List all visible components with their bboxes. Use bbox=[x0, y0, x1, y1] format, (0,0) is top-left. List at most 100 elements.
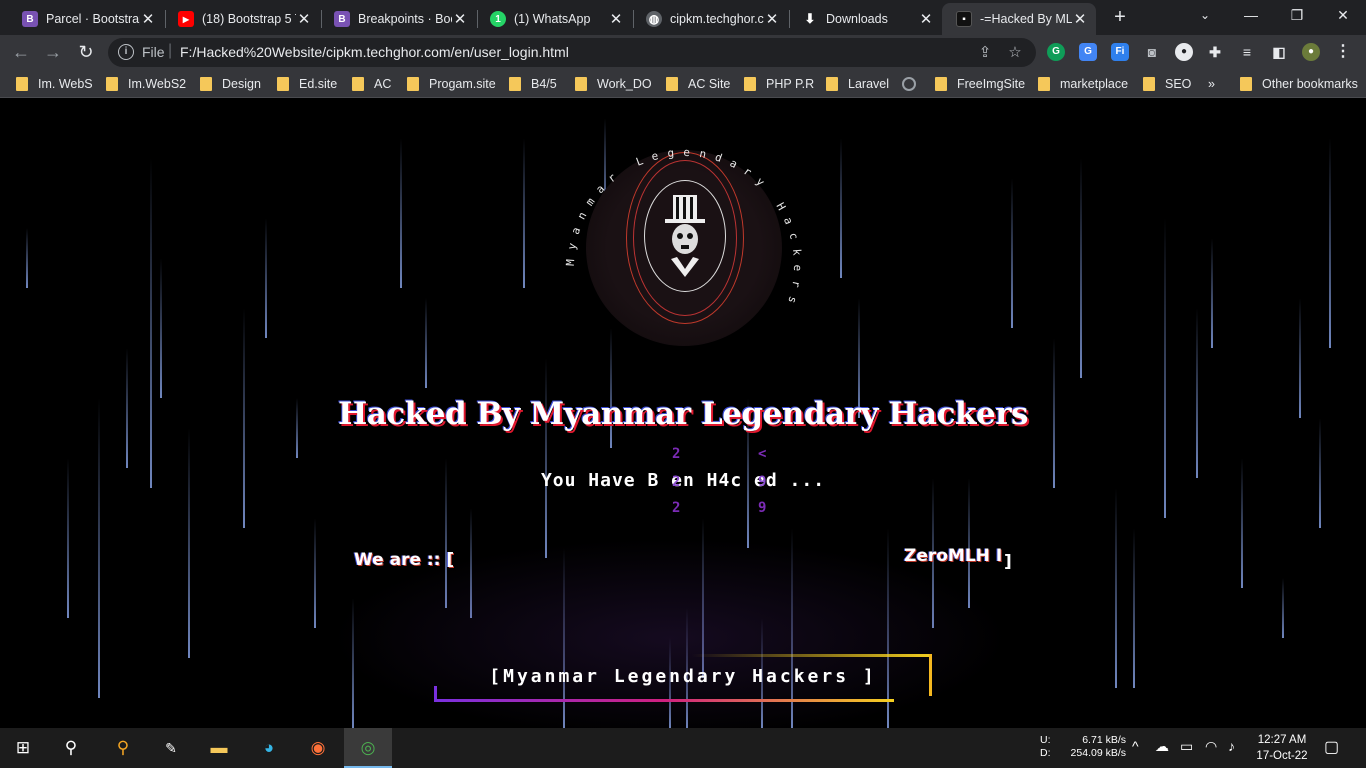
bookmark-folder[interactable]: AC Site bbox=[666, 75, 730, 93]
folder-icon bbox=[200, 77, 212, 91]
back-arrow-icon[interactable]: ← bbox=[8, 40, 34, 66]
bookmark-folder[interactable]: PHP P.R bbox=[744, 75, 814, 93]
fonts-extension-icon[interactable]: Fi bbox=[1111, 43, 1129, 61]
clock-time: 12:27 AM bbox=[1257, 734, 1307, 746]
tab-hacked-active[interactable]: ▪ -=Hacked By MLH ✕ bbox=[942, 3, 1096, 35]
close-icon[interactable]: ✕ bbox=[764, 10, 780, 28]
close-icon[interactable]: ✕ bbox=[140, 10, 156, 28]
tab-cipkm[interactable]: ◍ cipkm.techghor.c ✕ bbox=[632, 3, 788, 35]
tab-whatsapp[interactable]: 1 (1) WhatsApp ✕ bbox=[476, 3, 632, 35]
rain-streak bbox=[425, 298, 427, 388]
tab-label: Parcel · Bootstrap bbox=[46, 12, 140, 26]
windows-start-icon[interactable]: ⊞ bbox=[10, 736, 36, 760]
menu-dots-icon[interactable]: ⋮ bbox=[1334, 43, 1352, 61]
pen-icon[interactable]: ✎ bbox=[158, 736, 184, 760]
close-icon[interactable]: ✕ bbox=[296, 10, 312, 28]
bookmark-folder[interactable]: SEO bbox=[1143, 75, 1191, 93]
reading-list-icon[interactable]: ≡ bbox=[1238, 43, 1256, 61]
rain-streak bbox=[314, 518, 316, 628]
bookmark-folder[interactable]: Design bbox=[200, 75, 261, 93]
rain-streak bbox=[1011, 178, 1013, 328]
search-icon[interactable]: ⚲ bbox=[58, 736, 84, 760]
volume-icon[interactable]: ♪ bbox=[1228, 738, 1235, 754]
folder-icon bbox=[407, 77, 419, 91]
rain-streak bbox=[840, 138, 842, 278]
restore-button[interactable]: ❐ bbox=[1274, 0, 1320, 32]
forward-arrow-icon[interactable]: → bbox=[40, 40, 66, 66]
close-icon[interactable]: ✕ bbox=[608, 10, 624, 28]
bookmark-label: B4/5 bbox=[531, 77, 557, 91]
globe-icon bbox=[902, 77, 916, 91]
bookmark-folder[interactable]: Im. WebS bbox=[16, 75, 93, 93]
camera-extension-icon[interactable]: ◙ bbox=[1143, 43, 1161, 61]
close-window-button[interactable]: ✕ bbox=[1320, 0, 1366, 32]
glitch-char: < bbox=[758, 446, 767, 462]
edge-browser-icon[interactable]: ◕ bbox=[256, 736, 282, 760]
bookmark-folder[interactable]: Work_DO bbox=[575, 75, 652, 93]
bookmark-link[interactable] bbox=[902, 75, 926, 93]
glitch-char: 9 bbox=[758, 500, 767, 516]
bookmark-label: AC Site bbox=[688, 77, 731, 91]
chrome-icon[interactable]: ◎ bbox=[355, 736, 381, 760]
system-clock[interactable]: 12:27 AM 17-Oct-22 bbox=[1252, 732, 1312, 764]
url-scheme: File bbox=[142, 44, 165, 60]
puzzle-extensions-icon[interactable]: ✚ bbox=[1206, 43, 1224, 61]
bookmark-folder[interactable]: Laravel bbox=[826, 75, 889, 93]
close-icon[interactable]: ✕ bbox=[1072, 10, 1088, 28]
profile-avatar[interactable]: ● bbox=[1302, 43, 1320, 61]
translate-extension-icon[interactable]: G bbox=[1079, 43, 1097, 61]
tab-search-chevron-icon[interactable]: ⌄ bbox=[1182, 0, 1228, 32]
bookmarks-overflow-button[interactable]: » bbox=[1208, 75, 1215, 93]
share-icon[interactable]: ⇪ bbox=[976, 44, 994, 62]
folder-icon bbox=[935, 77, 947, 91]
tab-label: (18) Bootstrap 5 T bbox=[202, 12, 296, 26]
rain-streak bbox=[1282, 578, 1284, 638]
rain-streak bbox=[1115, 488, 1117, 688]
bookmark-folder[interactable]: AC bbox=[352, 75, 391, 93]
tab-youtube-bootstrap[interactable]: ▶ (18) Bootstrap 5 T ✕ bbox=[164, 3, 320, 35]
grammarly-extension-icon[interactable]: G bbox=[1047, 43, 1065, 61]
bookmark-folder[interactable]: B4/5 bbox=[509, 75, 557, 93]
folder-icon bbox=[744, 77, 756, 91]
bookmark-folder[interactable]: marketplace bbox=[1038, 75, 1128, 93]
search-app-icon[interactable]: ⚲ bbox=[110, 736, 136, 760]
address-bar[interactable]: i File | F:/Hacked%20Website/cipkm.techg… bbox=[108, 38, 1036, 67]
bookmark-star-icon[interactable]: ☆ bbox=[1006, 44, 1024, 62]
file-explorer-icon[interactable]: ▬ bbox=[206, 736, 232, 760]
bookmark-folder[interactable]: FreeImgSite bbox=[935, 75, 1025, 93]
bookmark-label: Work_DO bbox=[597, 77, 652, 91]
info-icon[interactable]: i bbox=[118, 44, 134, 60]
url-text[interactable]: F:/Hacked%20Website/cipkm.techghor.com/e… bbox=[180, 44, 569, 60]
tab-breakpoints[interactable]: B Breakpoints · Boo ✕ bbox=[320, 3, 476, 35]
tab-parcel-bootstrap[interactable]: B Parcel · Bootstrap ✕ bbox=[8, 3, 164, 35]
cloud-icon[interactable]: ☁ bbox=[1155, 738, 1169, 755]
bookmark-label: marketplace bbox=[1060, 77, 1129, 91]
minimize-button[interactable]: — bbox=[1228, 0, 1274, 32]
bookmark-folder[interactable]: Im.WebS2 bbox=[106, 75, 186, 93]
wifi-icon[interactable]: ◠ bbox=[1205, 738, 1217, 755]
tray-overflow-chevron-icon[interactable]: ^ bbox=[1132, 738, 1139, 754]
bookmark-folder[interactable]: Ed.site bbox=[277, 75, 337, 93]
team-banner: [Myanmar Legendary Hackers ] bbox=[434, 654, 932, 702]
reload-icon[interactable]: ↻ bbox=[73, 40, 99, 66]
side-panel-icon[interactable]: ◧ bbox=[1270, 43, 1288, 61]
bookmark-folder-other[interactable]: Other bookmarks bbox=[1240, 75, 1358, 93]
tab-downloads[interactable]: ⬇ Downloads ✕ bbox=[788, 3, 942, 35]
rain-streak bbox=[26, 228, 28, 288]
page-icon: ▪ bbox=[956, 11, 972, 27]
rain-streak bbox=[1133, 528, 1135, 688]
team-name: ZeroMLH I bbox=[904, 546, 1003, 566]
bookmark-folder[interactable]: Progam.site bbox=[407, 75, 496, 93]
banner-border-left bbox=[434, 686, 437, 702]
circle-extension-icon[interactable]: ● bbox=[1175, 43, 1193, 61]
tab-label: Breakpoints · Boo bbox=[358, 12, 452, 26]
tab-label: Downloads bbox=[826, 12, 888, 26]
close-icon[interactable]: ✕ bbox=[918, 10, 934, 28]
battery-icon[interactable]: ▭ bbox=[1180, 738, 1193, 755]
overflow-chevron-icon: » bbox=[1208, 77, 1215, 91]
close-icon[interactable]: ✕ bbox=[452, 10, 468, 28]
firefox-icon[interactable]: ◉ bbox=[305, 736, 331, 760]
download-label: D: bbox=[1040, 747, 1051, 759]
notification-icon[interactable]: ▢ bbox=[1324, 737, 1339, 757]
new-tab-button[interactable]: + bbox=[1108, 6, 1132, 30]
